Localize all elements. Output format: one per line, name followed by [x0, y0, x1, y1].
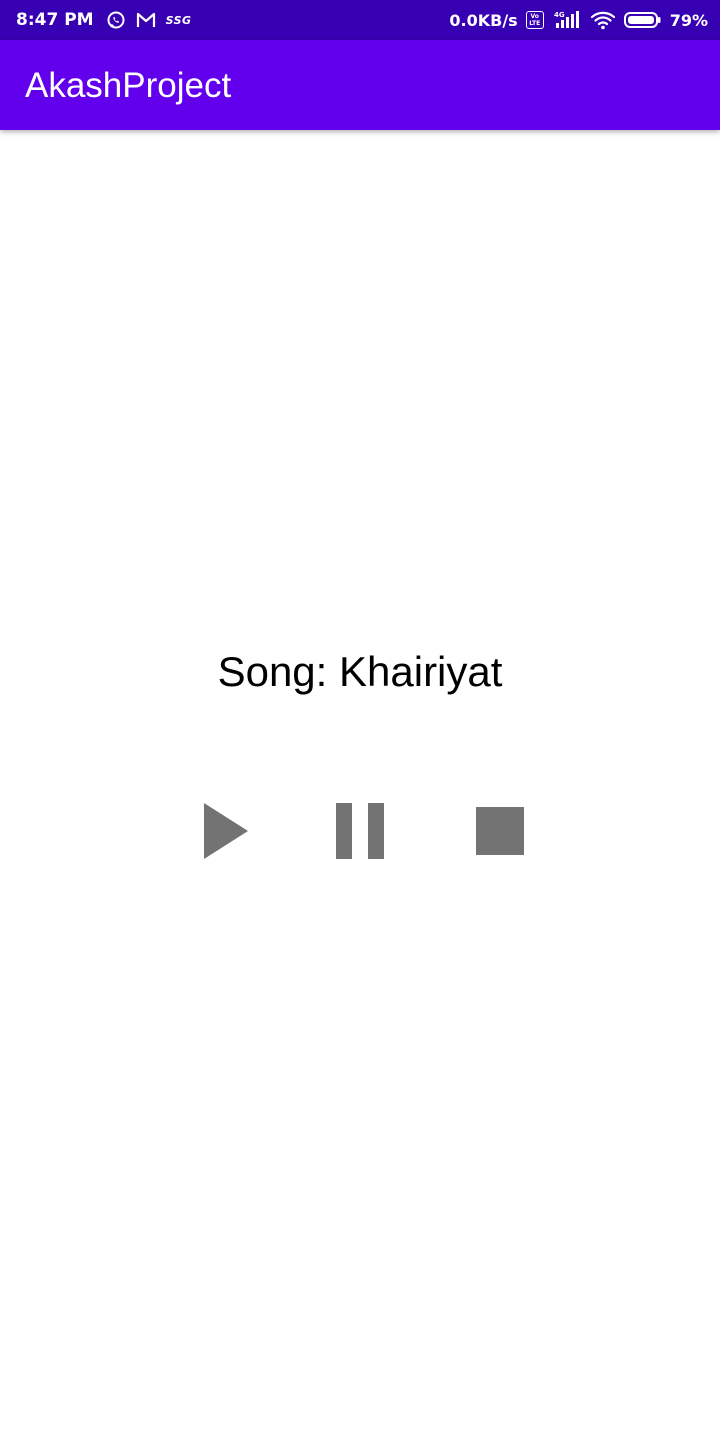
song-title: Song: Khairiyat: [217, 648, 503, 695]
volte-icon: Vo LTE: [525, 11, 544, 29]
volte-top-label: Vo: [530, 13, 539, 20]
play-icon: [204, 803, 248, 859]
network-speed: 0.0KB/s: [449, 10, 518, 30]
volte-bottom-label: LTE: [529, 20, 541, 27]
app-title: AkashProject: [25, 66, 232, 105]
wifi-icon: [590, 10, 616, 30]
whatsapp-icon: [106, 10, 126, 30]
signal-icon: 4G: [552, 10, 582, 30]
play-button[interactable]: [186, 790, 266, 870]
status-time: 8:47 PM: [16, 10, 94, 30]
battery-percent: 79%: [669, 10, 708, 30]
battery-icon: [623, 11, 662, 29]
app-bar: AkashProject: [0, 40, 720, 130]
stop-button[interactable]: [460, 790, 540, 870]
screen: 8:47 PM SSG 0.0KB/s Vo LTE 4G 79% AkashP…: [0, 0, 720, 1440]
status-right: 0.0KB/s Vo LTE 4G 79%: [449, 0, 708, 40]
playback-controls: [0, 790, 720, 870]
status-left: 8:47 PM SSG: [16, 0, 192, 40]
gmail-icon: [136, 11, 156, 29]
ssg-icon: SSG: [165, 13, 192, 27]
stop-icon: [476, 807, 524, 855]
network-type-label: 4G: [554, 11, 565, 19]
pause-button[interactable]: [320, 790, 400, 870]
pause-icon: [336, 803, 384, 859]
status-bar: 8:47 PM SSG 0.0KB/s Vo LTE 4G 79%: [0, 0, 720, 40]
